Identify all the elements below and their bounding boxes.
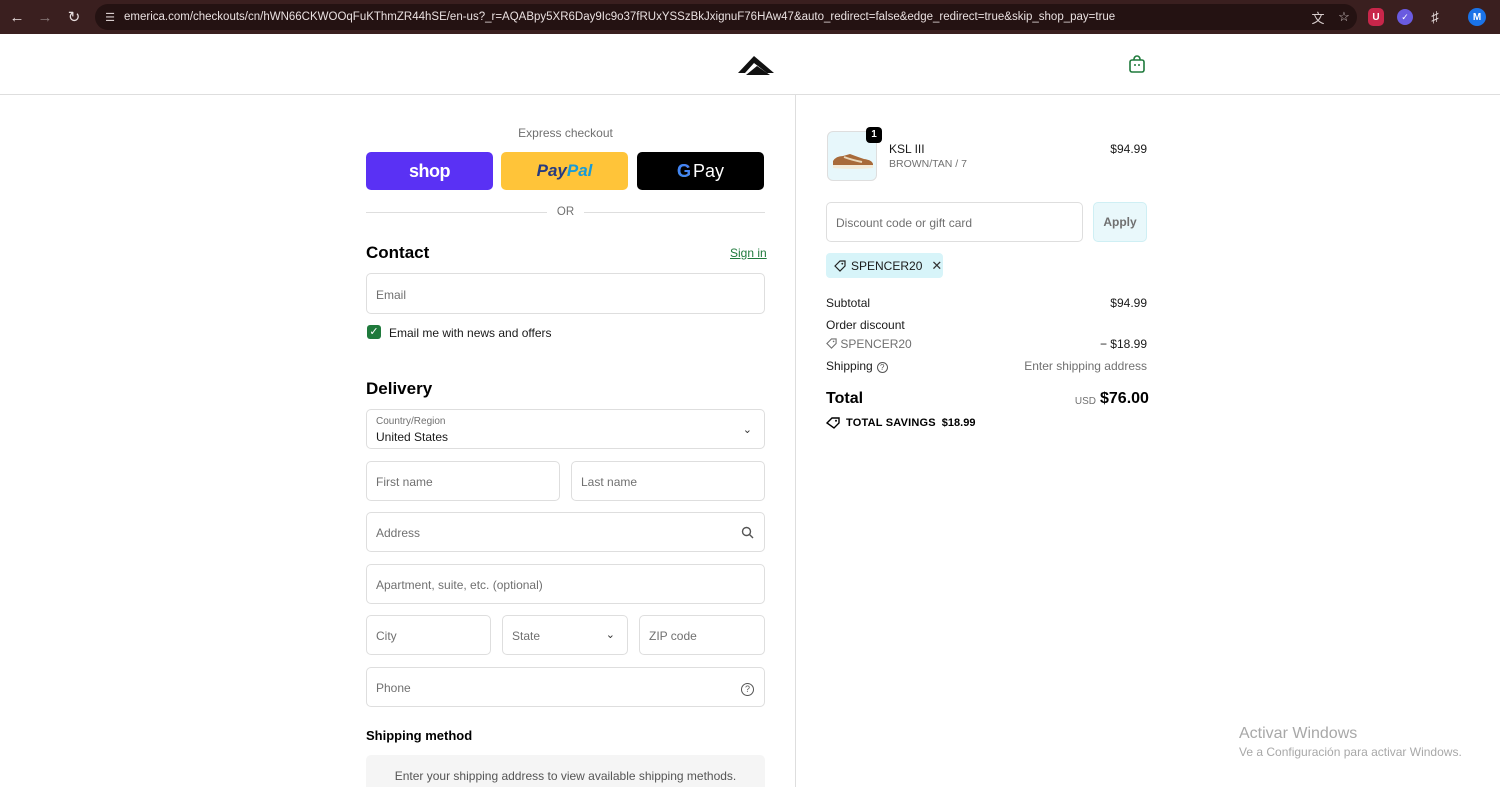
chevron-down-icon: ⌄ (605, 629, 615, 641)
remove-code-icon[interactable]: ✕ (931, 258, 942, 274)
last-name-placeholder: Last name (581, 475, 638, 489)
shipping-label: Shipping (826, 359, 873, 373)
paypal-label-pay: Pay (536, 161, 567, 180)
first-name-field[interactable]: First name (366, 461, 560, 501)
product-name: KSL III (889, 142, 925, 156)
shipping-row: Shipping? (826, 359, 888, 373)
back-icon[interactable]: ← (3, 3, 31, 31)
reload-icon[interactable]: ↻ (60, 3, 88, 31)
chevron-down-icon: ⌄ (742, 424, 752, 436)
product-variant: BROWN/TAN / 7 (889, 158, 967, 170)
windows-activation-subtitle: Ve a Configuración para activar Windows. (1239, 745, 1462, 759)
state-select[interactable]: State ⌄ (502, 615, 628, 655)
email-field[interactable]: Email (366, 273, 765, 314)
profile-avatar[interactable]: M (1468, 8, 1486, 26)
quantity-badge: 1 (866, 127, 882, 143)
shipping-help-icon[interactable]: ? (876, 362, 888, 373)
help-icon[interactable]: ? (741, 680, 754, 696)
address-placeholder: Address (376, 526, 421, 540)
discount-amount: − $18.99 (1099, 337, 1147, 351)
ublock-extension-icon[interactable]: U (1368, 8, 1384, 26)
order-summary-panel (795, 95, 1500, 787)
shop-pay-button[interactable]: shop (366, 152, 493, 190)
discount-code-field[interactable]: Discount code or gift card (826, 202, 1083, 242)
last-name-field[interactable]: Last name (571, 461, 765, 501)
phone-field[interactable]: Phone ? (366, 667, 765, 707)
order-discount-label: Order discount (826, 318, 905, 332)
checkout-header (0, 34, 1500, 95)
paypal-label-pal: Pal (566, 161, 593, 180)
url-text[interactable]: emerica.com/checkouts/cn/hWN66CKWOOqFuKT… (124, 11, 1305, 23)
shop-pay-label: shop (409, 160, 451, 181)
apply-discount-button[interactable]: Apply (1093, 202, 1147, 242)
discount-code-label: SPENCER20 (840, 337, 912, 351)
express-checkout-title: Express checkout (518, 126, 613, 140)
vpn-extension-icon[interactable]: ✓ (1397, 9, 1413, 25)
site-settings-icon[interactable]: ☰ (101, 11, 119, 24)
or-divider: OR (366, 205, 765, 219)
country-value: United States (376, 430, 449, 444)
first-name-placeholder: First name (376, 475, 433, 489)
applied-discount-chip: SPENCER20 ✕ (826, 253, 943, 278)
delivery-title: Delivery (366, 379, 433, 398)
google-pay-label: Pay (692, 160, 725, 181)
zip-code-field[interactable]: ZIP code (639, 615, 765, 655)
google-g-icon: G (676, 160, 691, 181)
country-select[interactable]: Country/Region United States ⌄ (366, 409, 765, 449)
google-pay-button[interactable]: G Pay (637, 152, 764, 190)
savings-label: TOTAL SAVINGS (846, 417, 936, 429)
discount-placeholder: Discount code or gift card (836, 216, 973, 230)
search-icon (741, 526, 754, 539)
tag-icon (826, 338, 837, 349)
divider-line (584, 211, 765, 213)
divider-line (366, 211, 547, 213)
bookmark-star-icon[interactable]: ☆ (1331, 9, 1357, 25)
shipping-method-title: Shipping method (366, 728, 473, 743)
savings-tag-icon (826, 417, 840, 429)
country-label: Country/Region (376, 416, 446, 427)
apartment-field[interactable]: Apartment, suite, etc. (optional) (366, 564, 765, 604)
city-field[interactable]: City (366, 615, 491, 655)
total-savings: TOTAL SAVINGS $18.99 (826, 417, 975, 429)
tag-icon (834, 259, 846, 272)
product-price: $94.99 (1110, 142, 1147, 156)
subtotal-value: $94.99 (1110, 296, 1147, 310)
savings-amount: $18.99 (941, 417, 976, 429)
translate-icon[interactable]: 文 (1305, 8, 1331, 27)
apartment-placeholder: Apartment, suite, etc. (optional) (376, 578, 543, 592)
newsletter-label[interactable]: Email me with news and offers (389, 326, 552, 340)
total-label: Total (826, 390, 864, 407)
phone-placeholder: Phone (376, 681, 411, 695)
state-placeholder: State (512, 629, 541, 643)
shipping-method-message: Enter your shipping address to view avai… (394, 769, 737, 783)
applied-code-label: SPENCER20 (851, 258, 923, 273)
address-bar[interactable]: ☰ emerica.com/checkouts/cn/hWN66CKWOOqFu… (95, 4, 1357, 30)
newsletter-checkbox[interactable]: ✓ (367, 325, 381, 339)
or-label: OR (556, 206, 575, 218)
shipping-method-placeholder-box: Enter your shipping address to view avai… (366, 755, 765, 787)
sign-in-link[interactable]: Sign in (730, 246, 767, 260)
subtotal-label: Subtotal (826, 296, 871, 310)
shipping-value: Enter shipping address (1024, 359, 1147, 373)
forward-icon[interactable]: → (31, 3, 59, 31)
zip-placeholder: ZIP code (649, 629, 697, 643)
city-placeholder: City (376, 629, 397, 643)
browser-toolbar: ← → ↻ ☰ emerica.com/checkouts/cn/hWN66CK… (0, 0, 1500, 34)
total-amount: $76.00 (1100, 390, 1149, 407)
address-field[interactable]: Address (366, 512, 765, 552)
windows-activation-title: Activar Windows (1239, 725, 1358, 742)
discount-code-row: SPENCER20 (826, 337, 912, 351)
contact-title: Contact (366, 243, 430, 262)
email-placeholder: Email (376, 288, 407, 302)
extensions-puzzle-icon[interactable]: ♯ (1425, 7, 1445, 27)
shopping-bag-icon[interactable] (1128, 55, 1146, 74)
paypal-button[interactable]: Pay Pal (501, 152, 628, 190)
total-currency: USD (1074, 396, 1096, 407)
emerica-logo-icon[interactable] (737, 54, 775, 76)
